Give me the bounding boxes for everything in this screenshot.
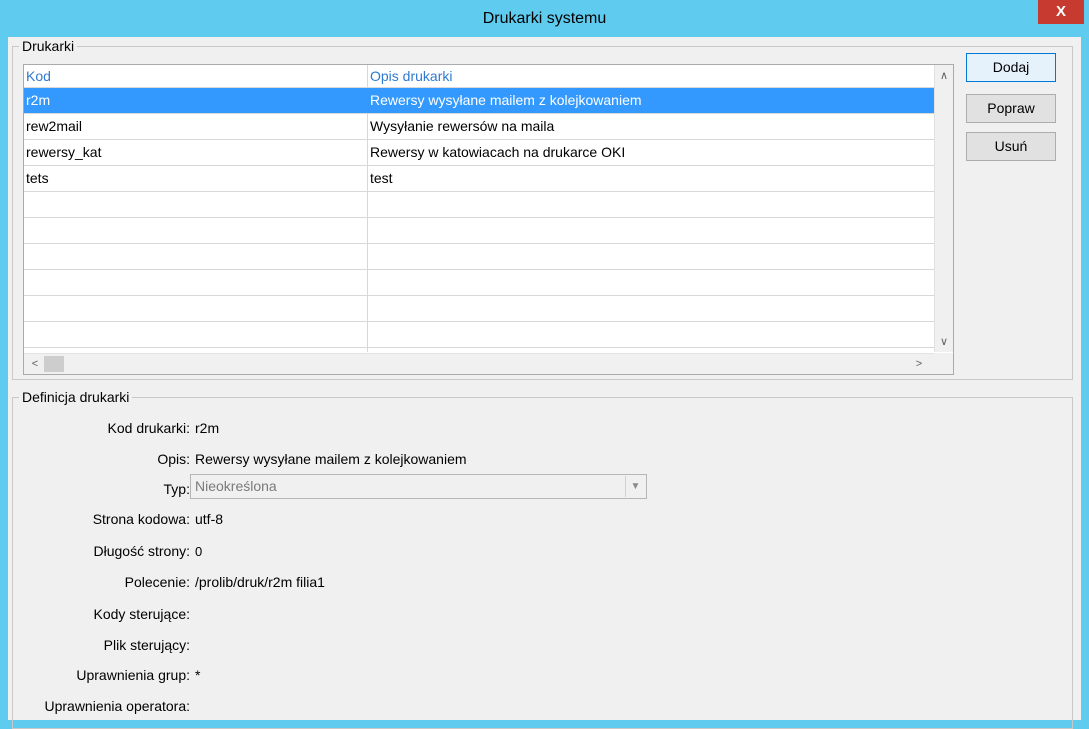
desc-value: Rewersy wysyłane mailem z kolejkowaniem [195, 451, 467, 467]
printers-group: Drukarki Kod Opis drukarki r2m Rewersy wy… [12, 38, 1073, 380]
column-header-kod[interactable]: Kod [24, 65, 51, 87]
close-button[interactable]: X [1038, 0, 1084, 24]
command-value: /prolib/druk/r2m filia1 [195, 574, 325, 590]
cell-kod: tets [26, 170, 49, 186]
chevron-right-icon[interactable]: > [910, 355, 928, 373]
grid-header: Kod Opis drukarki [24, 65, 934, 88]
codepage-value: utf-8 [195, 511, 224, 527]
cell-opis: test [370, 170, 393, 186]
codepage-label: Strona kodowa: [92, 511, 190, 527]
definition-group-legend: Definicja drukarki [19, 389, 133, 405]
chevron-up-icon[interactable]: ∧ [935, 67, 953, 85]
table-row[interactable]: rewersy_kat Rewersy w katowiacach na druk… [24, 140, 934, 166]
vertical-scrollbar[interactable]: ∧ ∨ [934, 65, 953, 352]
desc-label: Opis: [157, 451, 190, 467]
code-value: r2m [195, 420, 220, 436]
group-perms-label: Uprawnienia grup: [76, 667, 190, 683]
code-label: Kod drukarki: [107, 420, 190, 436]
cell-opis: Wysyłanie rewersów na maila [370, 118, 555, 134]
definition-group: Definicja drukarki Kod drukarki: r2m Opi… [12, 389, 1073, 729]
window-title: Drukarki systemu [482, 10, 607, 27]
command-label: Polecenie: [124, 574, 190, 590]
type-combobox[interactable]: Nieokreślona ▼ [190, 474, 647, 499]
empty-table-row[interactable] [24, 192, 934, 218]
page-length-label: Długość strony: [93, 543, 190, 559]
printers-grid[interactable]: Kod Opis drukarki r2m Rewersy wysyłane ma… [23, 64, 954, 375]
table-row[interactable]: tets test [24, 166, 934, 192]
printers-group-legend: Drukarki [19, 38, 78, 54]
operator-perms-label: Uprawnienia operatora: [44, 698, 190, 714]
empty-table-row[interactable] [24, 322, 934, 348]
control-codes-label: Kody sterujące: [93, 606, 191, 622]
cell-opis: Rewersy w katowiacach na drukarce OKI [370, 144, 626, 160]
add-button[interactable]: Dodaj [966, 53, 1056, 82]
control-file-label: Plik sterujący: [103, 637, 190, 653]
group-perms-value: * [195, 667, 201, 683]
cell-kod: r2m [26, 92, 51, 108]
empty-table-row[interactable] [24, 244, 934, 270]
empty-table-row[interactable] [24, 218, 934, 244]
delete-button[interactable]: Usuń [966, 132, 1056, 161]
table-row[interactable]: r2m Rewersy wysyłane mailem z kolejkowani… [24, 88, 934, 114]
cell-opis: Rewersy wysyłane mailem z kolejkowaniem [370, 92, 642, 108]
edit-button[interactable]: Popraw [966, 94, 1056, 123]
table-row[interactable]: rew2mail Wysyłanie rewersów na maila [24, 114, 934, 140]
grid-body: r2m Rewersy wysyłane mailem z kolejkowani… [24, 88, 934, 352]
horizontal-scroll-thumb[interactable] [44, 356, 64, 372]
cell-kod: rew2mail [26, 118, 83, 134]
chevron-down-icon[interactable]: ∨ [935, 333, 953, 351]
chevron-left-icon[interactable]: < [26, 355, 44, 373]
title-bar[interactable]: Drukarki systemu X [0, 0, 1089, 37]
window-client: Drukarki Kod Opis drukarki r2m Rewersy wy… [8, 37, 1081, 729]
page-length-value: 0 [195, 544, 203, 559]
horizontal-scrollbar[interactable]: < > [24, 353, 934, 374]
cell-kod: rewersy_kat [26, 144, 102, 160]
empty-table-row[interactable] [24, 270, 934, 296]
chevron-down-icon[interactable]: ▼ [625, 476, 645, 497]
type-label: Typ: [163, 481, 190, 497]
empty-table-row[interactable] [24, 296, 934, 322]
scrollbar-corner [934, 353, 953, 374]
type-combobox-value: Nieokreślona [195, 478, 277, 494]
column-header-opis[interactable]: Opis drukarki [368, 65, 452, 87]
